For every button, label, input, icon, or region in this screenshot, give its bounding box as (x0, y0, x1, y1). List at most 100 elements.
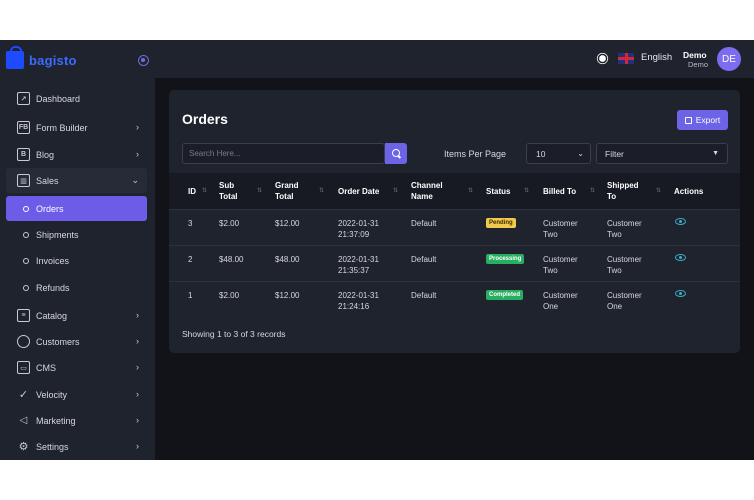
chevron-right-icon: › (136, 336, 139, 346)
sort-icon[interactable]: ⇅ (257, 187, 262, 194)
cell-grand-total: $12.00 (275, 291, 300, 300)
cell-billed-to-2: One (543, 302, 559, 311)
column-header-shipped-to[interactable]: Shipped To (607, 180, 647, 202)
user-name[interactable]: Demo (683, 50, 707, 60)
sidebar-subitem-orders[interactable]: Orders (6, 196, 147, 221)
cell-billed-to: Customer (543, 255, 578, 264)
cell-shipped-to-2: One (607, 302, 623, 311)
sidebar-item-settings[interactable]: ⚙ Settings › (6, 434, 147, 459)
table-row: 1 $2.00 $12.00 2022-01-31 21:24:16 Defau… (169, 281, 740, 317)
view-eye-icon[interactable] (675, 218, 686, 225)
chevron-right-icon: › (136, 441, 139, 451)
customers-icon (17, 335, 30, 348)
column-header-sub-total[interactable]: Sub Total (219, 180, 249, 202)
uk-flag-icon[interactable] (618, 53, 634, 64)
bag-logo-icon (6, 46, 24, 69)
collapse-sidebar-icon[interactable] (138, 55, 149, 66)
admin-app: bagisto ↗ Dashboard FB Form Builder › B … (0, 40, 754, 460)
column-header-billed-to[interactable]: Billed To (543, 186, 576, 197)
sidebar-subitem-shipments[interactable]: Shipments (6, 222, 147, 247)
sidebar-item-velocity[interactable]: ✓ Velocity › (6, 382, 147, 407)
chevron-down-icon: ⌄ (131, 175, 139, 185)
cell-sub-total: $2.00 (219, 291, 240, 300)
sidebar-subitem-refunds[interactable]: Refunds (6, 275, 147, 300)
cell-shipped-to-2: Two (607, 230, 622, 239)
status-badge: Pending (486, 218, 516, 228)
column-header-status[interactable]: Status (486, 186, 510, 197)
brand[interactable]: bagisto (0, 40, 155, 80)
table-header: ID ⇅ Sub Total ⇅ Grand Total ⇅ Order Dat… (169, 173, 740, 209)
sidebar-item-cms[interactable]: ▭ CMS › (6, 355, 147, 380)
view-eye-icon[interactable] (675, 254, 686, 261)
cell-id: 2 (188, 255, 193, 264)
sort-icon[interactable]: ⇅ (524, 187, 529, 194)
items-per-page-select[interactable]: 10 ⌄ (526, 143, 591, 164)
caret-down-icon: ▼ (712, 150, 719, 157)
brand-name: bagisto (29, 52, 77, 68)
filter-select[interactable]: Filter ▼ (596, 143, 728, 164)
cell-order-time: 21:35:37 (338, 266, 370, 275)
sort-icon[interactable]: ⇅ (656, 187, 661, 194)
dashboard-icon: ↗ (17, 92, 30, 105)
column-header-channel-name[interactable]: Channel Name (411, 180, 451, 202)
sidebar-item-catalog[interactable]: ≡ Catalog › (6, 303, 147, 328)
column-header-order-date[interactable]: Order Date (338, 186, 379, 197)
sidebar-item-customers[interactable]: Customers › (6, 329, 147, 354)
sidebar-item-dashboard[interactable]: ↗ Dashboard (6, 86, 147, 111)
sort-icon[interactable]: ⇅ (319, 187, 324, 194)
filter-label: Filter (605, 148, 624, 159)
cell-order-date: 2022-01-31 (338, 255, 379, 264)
bullet-icon (23, 205, 29, 212)
search-input[interactable]: Search Here... (182, 143, 385, 164)
sidebar-item-label: Dashboard (36, 93, 81, 104)
cell-shipped-to: Customer (607, 255, 642, 264)
top-bar: English Demo Demo DE (155, 40, 754, 78)
chevron-right-icon: › (136, 122, 139, 132)
items-per-page-value: 10 (536, 148, 546, 159)
search-button[interactable] (385, 143, 407, 164)
cell-billed-to-2: Two (543, 230, 558, 239)
table-row: 3 $2.00 $12.00 2022-01-31 21:37:09 Defau… (169, 209, 740, 245)
sidebar-item-label: Form Builder (36, 122, 88, 133)
cell-order-date: 2022-01-31 (338, 291, 379, 300)
language-selector[interactable]: English (641, 52, 672, 63)
chevron-right-icon: › (136, 149, 139, 159)
sort-icon[interactable]: ⇅ (468, 187, 473, 194)
orders-card: Orders Export Search Here... Items Per P… (169, 90, 740, 353)
column-header-id[interactable]: ID (188, 186, 196, 197)
sidebar-item-blog[interactable]: B Blog › (6, 142, 147, 167)
sort-icon[interactable]: ⇅ (590, 187, 595, 194)
sidebar-item-label: Customers (36, 336, 80, 347)
sales-icon: ▥ (17, 174, 30, 187)
column-header-grand-total[interactable]: Grand Total (275, 180, 307, 202)
view-eye-icon[interactable] (675, 290, 686, 297)
table-row: 2 $48.00 $48.00 2022-01-31 21:35:37 Defa… (169, 245, 740, 281)
sort-icon[interactable]: ⇅ (393, 187, 398, 194)
cell-channel: Default (411, 291, 437, 300)
theme-toggle-sun-icon[interactable] (599, 55, 606, 62)
settings-icon: ⚙ (18, 441, 29, 453)
export-button[interactable]: Export (677, 110, 728, 130)
sidebar-item-marketing[interactable]: ◁ Marketing › (6, 408, 147, 433)
sidebar-item-label: Velocity (36, 389, 68, 400)
avatar[interactable]: DE (717, 47, 741, 71)
sidebar-subitem-label: Refunds (36, 282, 70, 293)
cell-billed-to: Customer (543, 291, 578, 300)
sidebar-item-form-builder[interactable]: FB Form Builder › (6, 115, 147, 140)
sidebar-item-label: Blog (36, 149, 55, 160)
sidebar-item-sales[interactable]: ▥ Sales ⌄ (6, 168, 147, 193)
cell-billed-to-2: Two (543, 266, 558, 275)
sidebar-subitem-invoices[interactable]: Invoices (6, 248, 147, 273)
cell-id: 1 (188, 291, 193, 300)
bullet-icon (23, 284, 29, 291)
sort-icon[interactable]: ⇅ (202, 187, 207, 194)
bullet-icon (23, 231, 29, 238)
marketing-icon: ◁ (19, 415, 28, 426)
cell-channel: Default (411, 255, 437, 264)
export-icon (684, 116, 692, 124)
chevron-right-icon: › (136, 310, 139, 320)
catalog-icon: ≡ (17, 309, 30, 322)
status-badge: Completed (486, 290, 524, 300)
sidebar-subitem-label: Shipments (36, 229, 79, 240)
cell-order-date: 2022-01-31 (338, 219, 379, 228)
